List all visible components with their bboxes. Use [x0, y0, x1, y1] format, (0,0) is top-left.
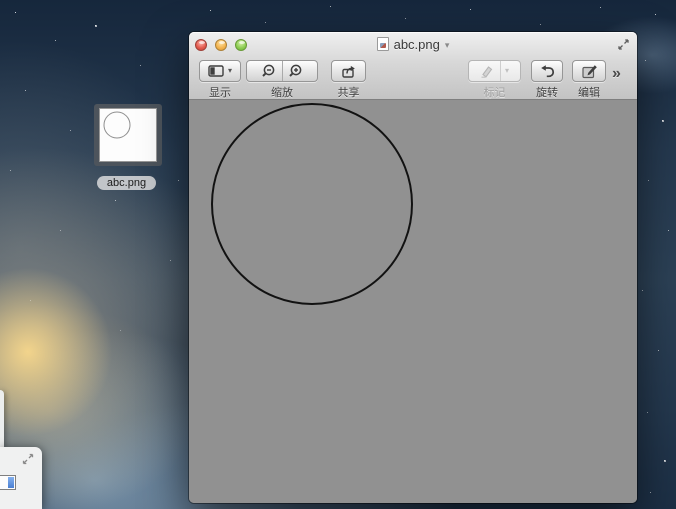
- show-label: 显示: [209, 84, 231, 100]
- rotate-icon: [539, 64, 556, 79]
- toolbar-group-zoom: 缩放: [246, 60, 318, 100]
- toolbar-overflow-chevron[interactable]: »: [612, 65, 619, 83]
- preview-window: abc.png ▾ ▾ 显示: [189, 32, 637, 503]
- star: [664, 460, 666, 462]
- star: [95, 25, 97, 27]
- toolbar-group-share: 共享: [331, 60, 366, 100]
- fullscreen-icon[interactable]: [616, 37, 631, 52]
- icon-thumbnail[interactable]: [99, 108, 157, 162]
- starfield: [0, 0, 1, 1]
- pane-highlight: [8, 477, 14, 488]
- thumbnail-circle-graphic: [100, 109, 156, 161]
- background-window-fragment[interactable]: [0, 447, 42, 509]
- desktop-icon-abc-png[interactable]: [94, 104, 162, 166]
- share-icon: [340, 63, 357, 79]
- toolbar-group-rotate: 旋转: [531, 60, 563, 100]
- two-pane-icon: [0, 475, 16, 490]
- image-canvas[interactable]: [189, 100, 637, 503]
- toolbar-group-markup: ▾ 标记: [468, 60, 521, 100]
- segment-divider: [500, 61, 501, 81]
- toolbar-group-show: ▾ 显示: [199, 60, 241, 100]
- rotate-label: 旋转: [536, 84, 558, 100]
- markup-icon: [480, 64, 496, 78]
- share-button[interactable]: [331, 60, 366, 82]
- edit-label: 编辑: [578, 84, 600, 100]
- star: [662, 120, 664, 122]
- edit-button[interactable]: [572, 60, 606, 82]
- zoom-in-button[interactable]: [287, 63, 305, 79]
- desktop-icon-label[interactable]: abc.png: [97, 176, 156, 190]
- window-chrome: abc.png ▾ ▾ 显示: [189, 32, 637, 100]
- background-window-edge[interactable]: [0, 390, 4, 448]
- sidebar-toggle-icon: [208, 65, 224, 77]
- titlebar[interactable]: abc.png ▾: [189, 32, 637, 56]
- expand-icon: [20, 451, 36, 467]
- show-sidebar-button[interactable]: ▾: [199, 60, 241, 82]
- zoom-in-icon: [287, 63, 305, 79]
- zoom-label: 缩放: [271, 84, 293, 100]
- title-dropdown-icon[interactable]: ▾: [445, 38, 450, 51]
- markup-label: 标记: [484, 84, 506, 100]
- share-label: 共享: [338, 84, 360, 100]
- markup-button[interactable]: ▾: [468, 60, 521, 82]
- chevron-down-icon: ▾: [228, 67, 232, 75]
- zoom-out-button[interactable]: [260, 63, 278, 79]
- image-circle-graphic: [189, 100, 637, 503]
- title-group: abc.png ▾: [189, 32, 637, 56]
- document-proxy-icon[interactable]: [377, 37, 389, 51]
- window-title: abc.png: [394, 37, 440, 52]
- rotate-button[interactable]: [531, 60, 563, 82]
- toolbar-group-edit: 编辑: [572, 60, 606, 100]
- chevron-down-icon: ▾: [505, 67, 509, 75]
- zoom-buttons: [246, 60, 318, 82]
- zoom-out-icon: [260, 63, 278, 79]
- edit-icon: [581, 64, 598, 79]
- desktop: abc.png abc.png ▾: [0, 0, 676, 509]
- segment-divider: [282, 61, 283, 81]
